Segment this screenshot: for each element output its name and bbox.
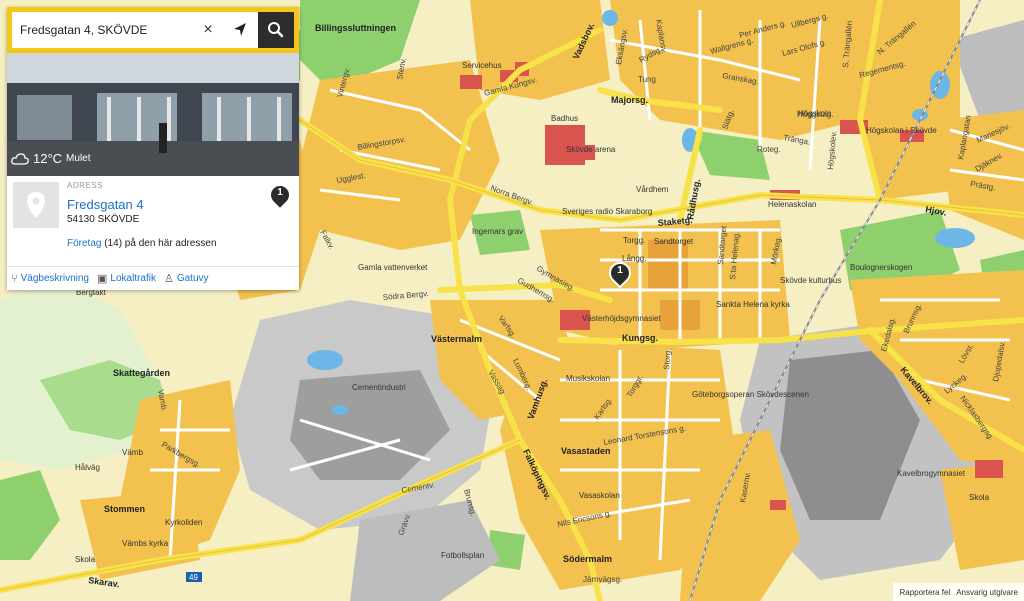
street-label: Järnvägsg. — [583, 575, 622, 584]
directions-icon: ⑂ — [11, 272, 18, 285]
area-label: Sveriges radio Skaraborg — [562, 207, 652, 216]
street-label: Tung — [638, 75, 656, 84]
report-error-link[interactable]: Rapportera fel — [899, 588, 950, 597]
area-label: Servicehus — [462, 61, 502, 70]
area-label: Cementindustri — [352, 383, 406, 392]
search-icon — [268, 22, 284, 38]
area-label: Musikskolan — [566, 374, 610, 383]
street-label: Höggstag. — [797, 110, 833, 119]
area-label: Gamla vattenverket — [358, 263, 428, 272]
map-footer: Rapportera fel Ansvarig utgivare — [893, 583, 1024, 601]
area-label: Sankta Helena kyrka — [716, 300, 790, 309]
area-label: Billingssluttningen — [315, 23, 396, 33]
companies-at-address: Företag (14) på den här adressen — [67, 238, 217, 249]
address-marker-number: 1 — [277, 187, 283, 198]
person-icon: ♙ — [163, 273, 174, 285]
area-label: Vämbs kyrka — [122, 539, 169, 548]
street-view-photo[interactable]: 12°C Mulet — [7, 53, 299, 176]
companies-count-text: (14) på den här adressen — [101, 238, 217, 249]
directions-label: Vägbeskrivning — [20, 273, 89, 284]
address-card: ADRESS Fredsgatan 4 54130 SKÖVDE Företag… — [7, 176, 299, 266]
area-label: Ingemars grav — [472, 227, 523, 236]
area-label: Badhus — [551, 114, 578, 123]
area-label: Skövde kulturhus — [780, 276, 841, 285]
route-shield-label: 49 — [189, 573, 198, 582]
area-label: Västerhöjdsgymnasiet — [582, 314, 661, 323]
public-transport-label: Lokaltrafik — [110, 273, 156, 284]
public-transport-button[interactable]: ▣ Lokaltrafik — [97, 272, 156, 285]
bus-icon: ▣ — [96, 273, 108, 285]
action-bar: ⑂ Vägbeskrivning ▣ Lokaltrafik ♙ Gatuvy — [7, 266, 299, 290]
weather-description: Mulet — [66, 153, 91, 164]
terms-link[interactable]: Ansvarig utgivare — [956, 588, 1018, 597]
search-input[interactable] — [12, 12, 200, 48]
area-label: Kavelbrogymnasiet — [897, 469, 966, 478]
area-label: Södermalm — [563, 554, 612, 564]
area-label: Högskolan i Skövde — [866, 126, 937, 135]
area-label: Vasaskolan — [579, 491, 620, 500]
navigation-arrow-icon — [234, 23, 246, 36]
search-button[interactable] — [258, 12, 294, 48]
area-label: Hålväg — [75, 463, 100, 472]
street-view-button[interactable]: ♙ Gatuvy — [164, 272, 209, 285]
map-marker-number: 1 — [617, 265, 623, 276]
area-label: Skattegården — [113, 368, 170, 378]
address-heading: ADRESS — [67, 181, 103, 190]
address-postal: 54130 SKÖVDE — [67, 214, 140, 225]
area-label: Helenaskolan — [768, 200, 816, 209]
address-street-link[interactable]: Fredsgatan 4 — [67, 197, 144, 212]
area-label: Boulognerskogen — [850, 263, 912, 272]
clear-search-button[interactable]: × — [198, 20, 218, 40]
street-label: Roteg. — [757, 145, 781, 154]
area-label: Skola — [969, 493, 990, 502]
locate-button[interactable] — [230, 20, 250, 40]
area-label: Vasastaden — [561, 446, 611, 456]
area-label: Göteborgsoperan Skövdescenen — [692, 390, 809, 399]
cloud-icon — [11, 152, 29, 165]
area-label: Sandtorget — [654, 237, 694, 246]
temperature: 12°C — [33, 151, 63, 166]
search-bar: × — [7, 7, 299, 53]
area-label: Skola — [75, 555, 96, 564]
area-label: Torgg. — [623, 236, 645, 245]
area-label: Stommen — [104, 504, 145, 514]
directions-button[interactable]: ⑂ Vägbeskrivning — [11, 273, 89, 285]
area-label: Västermalm — [431, 334, 482, 344]
street-label: Storg. — [662, 348, 673, 370]
address-marker: 1 — [264, 179, 296, 214]
street-label: Kungsg. — [622, 333, 658, 343]
map-marker[interactable]: 1 — [604, 257, 636, 292]
location-pin-icon — [13, 182, 59, 228]
area-label: Skövde arena — [566, 145, 616, 154]
area-label: Vämb — [122, 448, 143, 457]
area-label: Kyrkoliden — [165, 518, 202, 527]
search-panel: × — [7, 7, 299, 290]
street-view-label: Gatuvy — [176, 273, 209, 284]
search-box: × — [12, 12, 294, 48]
companies-link[interactable]: Företag — [67, 238, 101, 249]
street-label: Majorsg. — [611, 95, 648, 105]
area-label: Vårdhem — [636, 185, 669, 194]
area-label: Fotbollsplan — [441, 551, 484, 560]
weather-info: 12°C Mulet — [11, 151, 91, 166]
